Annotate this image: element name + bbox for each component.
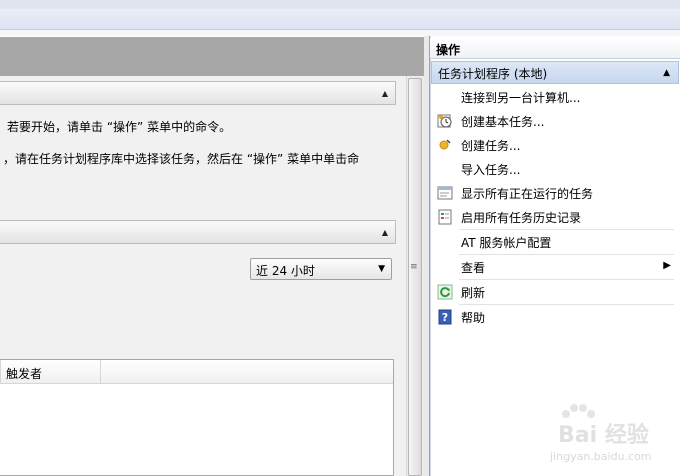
watermark: Bai 经验 jingyan.baidu.com — [528, 402, 676, 472]
main-pane-header — [0, 37, 428, 76]
action-label: 刷新 — [461, 286, 486, 300]
action-label: 创建任务... — [461, 139, 521, 153]
task-create-icon — [439, 139, 451, 150]
collapse-arrow-icon[interactable]: ▲ — [663, 68, 670, 78]
overview-section: ▲ 若要开始，请单击 “操作” 菜单中的命令。 ，请在任务计划程序库中选择该任务… — [0, 76, 408, 210]
clock-wizard-icon — [437, 114, 452, 128]
action-create-basic-task[interactable]: 创建基本任务... — [431, 109, 679, 133]
overview-text-line2: ，请在任务计划程序库中选择该任务，然后在 “操作” 菜单中单击命 — [3, 152, 360, 166]
action-import-task[interactable]: 导入任务... — [431, 157, 679, 181]
action-label: 帮助 — [461, 311, 486, 325]
action-connect-computer[interactable]: 连接到另一台计算机... — [431, 85, 679, 109]
action-help[interactable]: ? 帮助 — [431, 305, 679, 329]
collapse-arrow-icon[interactable]: ▲ — [382, 228, 388, 237]
action-create-task[interactable]: 创建任务... — [431, 133, 679, 157]
action-at-service-config[interactable]: AT 服务帐户配置 — [431, 230, 679, 254]
action-label: 连接到另一台计算机... — [461, 91, 581, 105]
action-label: 导入任务... — [461, 163, 521, 177]
history-log-icon — [438, 209, 452, 225]
collapse-arrow-icon[interactable]: ▲ — [382, 89, 388, 98]
column-header-trigger[interactable]: 触发者 — [6, 365, 42, 382]
window-top-strip — [0, 0, 680, 9]
action-refresh[interactable]: 刷新 — [431, 280, 679, 304]
action-label: AT 服务帐户配置 — [461, 236, 552, 250]
action-view[interactable]: 查看 ▶ — [431, 255, 679, 279]
actions-pane-title: 操作 — [430, 38, 680, 59]
column-separator[interactable] — [0, 360, 1, 383]
action-label: 查看 — [461, 261, 486, 275]
watermark-url: jingyan.baidu.com — [550, 450, 652, 463]
actions-group-label: 任务计划程序 (本地) — [438, 67, 548, 81]
action-show-running-tasks[interactable]: 显示所有正在运行的任务 — [431, 181, 679, 205]
running-tasks-icon — [437, 186, 453, 200]
action-label: 启用所有任务历史记录 — [461, 211, 582, 225]
refresh-icon — [437, 284, 453, 300]
table-header: 触发者 — [0, 360, 393, 384]
actions-group-header[interactable]: 任务计划程序 (本地) ▲ — [431, 61, 679, 84]
column-separator[interactable] — [100, 360, 101, 383]
help-icon: ? — [438, 309, 452, 325]
action-label: 显示所有正在运行的任务 — [461, 187, 594, 201]
action-enable-task-history[interactable]: 启用所有任务历史记录 — [431, 205, 679, 229]
time-range-select[interactable]: 近 24 小时 ▼ — [250, 258, 392, 280]
scrollbar-thumb[interactable] — [408, 78, 422, 476]
svg-text:?: ? — [442, 311, 448, 324]
task-status-table: 触发者 — [0, 359, 394, 476]
task-status-section-header[interactable]: ▲ — [0, 220, 396, 244]
overview-text-line1: 若要开始，请单击 “操作” 菜单中的命令。 — [7, 120, 232, 134]
overview-section-header[interactable]: ▲ — [0, 81, 396, 105]
chevron-down-icon[interactable]: ▼ — [378, 264, 385, 274]
watermark-brand: Bai 经验 — [558, 423, 649, 448]
action-label: 创建基本任务... — [461, 115, 545, 129]
toolbar-strip — [0, 9, 680, 30]
splitter-grip-icon[interactable]: ≡ — [410, 262, 418, 272]
time-range-value: 近 24 小时 — [256, 264, 315, 278]
submenu-arrow-icon[interactable]: ▶ — [663, 260, 671, 271]
